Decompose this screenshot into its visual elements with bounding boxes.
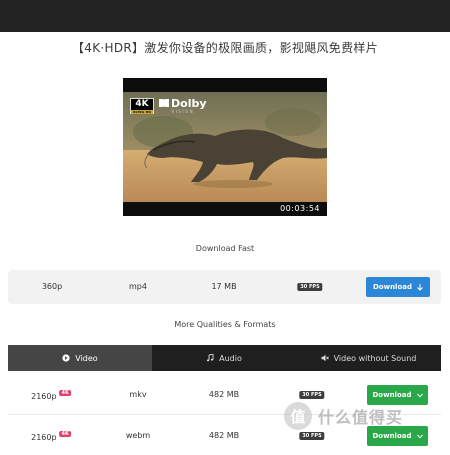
resolution-value: 2160p 4K [31, 431, 71, 442]
4k-badge: 4K [59, 431, 71, 437]
watermark-text: 什么值得买 [318, 408, 404, 427]
resolution-text: 2160p [31, 392, 57, 401]
chevron-down-icon [416, 393, 423, 398]
tab-audio-label: Audio [219, 353, 242, 363]
dolby-icon [159, 99, 169, 107]
format-value: mp4 [129, 282, 147, 291]
music-note-icon [206, 354, 214, 362]
fast-download-row: 360p mp4 17 MB 30 FPS Download [8, 270, 441, 304]
format-tabs: Video Audio Video without Sound [8, 345, 441, 371]
video-title: 【4K·HDR】激发你设备的极限画质，影视飓风免费样片 [71, 41, 379, 55]
video-player[interactable]: 4K ULTRA HD Dolby VISION 00:03:54 [123, 78, 327, 216]
download-fast-button[interactable]: Download [366, 277, 430, 297]
download-fast-heading: Download Fast [195, 244, 255, 253]
format-value: webm [125, 431, 151, 440]
size-value: 482 MB [208, 431, 240, 440]
tab-video-without-sound[interactable]: Video without Sound [296, 345, 441, 371]
4k-badge: 4K [59, 390, 71, 396]
format-value: mkv [129, 390, 147, 399]
fps-badge: 30 FPS [299, 432, 325, 440]
download-button-label: Download [372, 391, 412, 399]
tab-video[interactable]: Video [8, 345, 152, 371]
play-circle-icon [62, 354, 70, 362]
resolution-value: 2160p 4K [31, 390, 71, 401]
top-navigation-bar [0, 0, 450, 32]
tab-video-without-sound-label: Video without Sound [333, 353, 417, 363]
size-value: 482 MB [208, 390, 240, 399]
tab-video-label: Video [75, 353, 98, 363]
4k-logo-text: 4K [135, 99, 149, 109]
dolby-vision-logo: Dolby VISION [159, 98, 207, 115]
4k-ultra-hd-logo: 4K ULTRA HD [130, 98, 154, 114]
more-qualities-heading: More Qualities & Formats [174, 320, 276, 329]
chevron-down-icon [416, 434, 423, 439]
resolution-text: 2160p [31, 433, 57, 442]
ultra-hd-text: ULTRA HD [131, 110, 153, 114]
resolution-value: 360p [41, 282, 63, 291]
mute-icon [321, 354, 329, 362]
tab-audio[interactable]: Audio [152, 345, 296, 371]
arrow-down-icon [417, 283, 423, 291]
watermark-logo-icon: 值 [284, 402, 312, 430]
fps-badge: 30 FPS [299, 391, 325, 399]
site-watermark: 值 什么值得买 [284, 402, 403, 430]
fps-badge: 30 FPS [297, 283, 323, 291]
video-duration: 00:03:54 [280, 204, 320, 213]
download-button-label: Download [372, 432, 412, 440]
size-value: 17 MB [211, 282, 237, 291]
download-button-label: Download [372, 283, 412, 291]
